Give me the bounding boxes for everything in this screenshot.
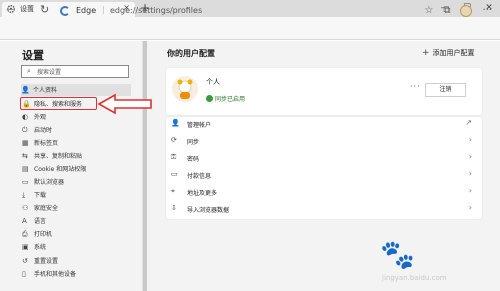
sidebar-item-cookies[interactable]: ▤ Cookie 和网站权限 [22,163,86,175]
download-icon: ⤓ [22,191,26,199]
navigation-bar [0,17,500,40]
profile-more-button[interactable]: ··· [410,82,421,91]
sync-status: 同步已启用 [206,94,245,103]
add-profile-button[interactable]: + 添加用户配置 [422,48,475,58]
chevron-right-icon: › [468,186,472,195]
edge-logo-icon [60,6,70,16]
baidu-paw-logo-icon: 🐾 [380,238,415,271]
cookie-icon: ▤ [22,165,29,173]
sidebar-item-label: 系统 [34,244,47,251]
sidebar-item-printers[interactable]: ⎙ 打印机 [22,228,52,240]
row-passwords[interactable]: ⚿ 密码 › [166,151,482,168]
chevron-right-icon: › [468,135,472,144]
sidebar-item-label: 打印机 [34,231,53,238]
row-addresses[interactable]: ⌖ 地址及更多 › [166,185,482,202]
baidu-watermark: 🐾 jingyan.baidu.com [380,238,498,288]
row-manage-account[interactable]: 👤 管理帐户 ↗ [166,117,482,134]
sidebar-item-label: 语言 [34,218,47,225]
sidebar-item-system[interactable]: ▣ 系统 [22,241,46,253]
add-profile-label: 添加用户配置 [432,49,475,57]
browser-icon: ▭ [22,178,29,186]
page-title: 你的用户配置 [167,49,215,58]
card-icon: ▭ [171,170,178,178]
import-icon: ⇩ [171,204,177,212]
sidebar-item-label: 下载 [34,192,47,199]
address-url[interactable]: edge://settings/profiles [110,6,202,15]
printer-icon: ⎙ [22,230,28,238]
reload-button[interactable]: ↻ [40,3,49,16]
back-button[interactable]: ← [6,3,15,16]
sidebar-item-share[interactable]: ⇆ 共享、复制和粘贴 [22,150,82,162]
sidebar-item-startup[interactable]: ⏻ 启动时 [22,124,52,136]
chevron-right-icon: › [468,152,472,161]
reset-icon: ↺ [22,257,28,265]
row-import-data[interactable]: ⇩ 导入浏览器数据 › [166,202,482,219]
sidebar-title: 设置 [22,49,44,62]
row-label: 导入浏览器数据 [187,207,230,214]
sign-out-button[interactable]: 注销 [425,83,466,97]
sidebar-item-label: 家庭安全 [34,205,59,212]
system-icon: ▣ [22,243,29,251]
address-bar[interactable]: Edge | edge://settings/profiles [56,3,376,20]
key-icon: ⚿ [171,153,177,161]
sidebar-item-label: Cookie 和网站权限 [34,166,87,173]
collections-icon[interactable]: ⧉ [443,3,450,19]
sync-check-icon [206,95,213,102]
avatar [172,76,198,102]
row-payment-info[interactable]: ▭ 付款信息 › [166,168,482,185]
row-label: 密码 [187,156,200,163]
sidebar-item-label: 启动时 [34,127,53,134]
search-box[interactable]: ⌕ [21,65,129,78]
row-label: 付款信息 [187,173,212,180]
sidebar-item-family[interactable]: ⚇ 家庭安全 [22,202,58,214]
row-label: 管理帐户 [187,122,212,129]
sidebar-item-label: 新标签页 [34,140,59,147]
location-icon: ⌖ [171,187,175,195]
person-icon: 👤 [21,86,30,94]
language-icon: A [22,217,27,225]
sidebar-item-label: 重置设置 [34,258,59,265]
sidebar-item-label: 手机和其他设备 [34,271,77,278]
watermark-site: jingyan.baidu.com [382,274,447,282]
profile-name: 个人 [206,78,220,86]
power-icon: ⏻ [22,126,28,134]
appearance-icon: ◐ [22,113,29,121]
address-brand: Edge [76,6,97,15]
sync-status-text: 同步已启用 [215,96,246,103]
person-icon: 👤 [171,119,180,127]
sidebar-item-languages[interactable]: A 语言 [22,215,46,227]
sidebar-item-label: 共享、复制和粘贴 [34,153,83,160]
annotation-arrow [97,93,152,115]
address-separator: | [102,5,105,14]
sidebar-item-default-browser[interactable]: ▭ 默认浏览器 [22,176,64,188]
row-sync[interactable]: ⟳ 同步 › [166,134,482,151]
sidebar-item-phone[interactable]: ▯ 手机和其他设备 [22,268,76,280]
family-icon: ⚇ [22,204,29,212]
share-icon: ⇆ [22,152,28,160]
sidebar-item-downloads[interactable]: ⤓ 下载 [22,189,46,201]
profile-avatar-icon[interactable] [460,5,473,17]
sync-icon: ⟳ [171,136,177,144]
sidebar-item-appearance[interactable]: ◐ 外观 [22,111,46,123]
favorites-star-icon[interactable]: ☆ [424,3,433,19]
annotation-highlight-box [20,97,97,110]
chevron-right-icon: › [468,169,472,178]
sidebar-item-label: 个人资料 [33,87,58,94]
sidebar-item-reset[interactable]: ↺ 重置设置 [22,255,58,267]
sidebar-item-newtab[interactable]: ▦ 新标签页 [22,137,58,149]
plus-icon: + [422,48,430,58]
search-input[interactable] [37,67,127,77]
sidebar-item-label: 外观 [34,114,47,121]
row-label: 地址及更多 [187,190,218,197]
forward-button[interactable]: → [22,3,31,16]
external-link-icon: ↗ [465,118,472,127]
newtab-icon: ▦ [22,139,29,147]
more-icon[interactable]: ··· [482,3,492,19]
row-label: 同步 [187,139,200,146]
toolbar-icons: ☆ ⧉ ··· [424,3,492,19]
sidebar-item-label: 默认浏览器 [34,179,65,186]
search-icon: ⌕ [27,67,31,75]
chevron-right-icon: › [468,203,472,212]
phone-icon: ▯ [22,270,26,278]
